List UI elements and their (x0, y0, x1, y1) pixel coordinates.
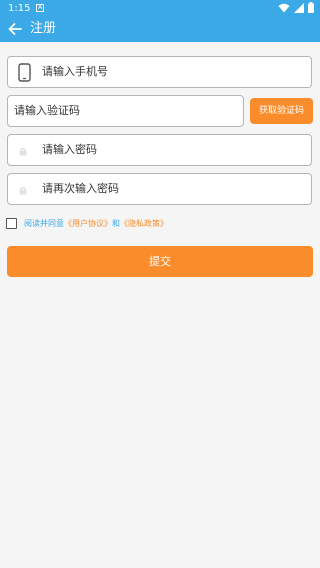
back-arrow-icon[interactable] (6, 20, 24, 38)
lock-icon (19, 187, 27, 195)
page-title: 注册 (30, 21, 57, 36)
agreement-text: 阅读并同意《用户协议》和《隐私政策》 (24, 218, 168, 229)
title-bar: 注册 (0, 18, 320, 42)
password-field[interactable]: 请输入密码 (7, 134, 312, 166)
app-bar: 1:15 A 注册 (0, 0, 320, 42)
user-agreement-link[interactable]: 《用户协议》 (64, 219, 112, 228)
agreement-row: 阅读并同意《用户协议》和《隐私政策》 (6, 216, 168, 230)
agreement-prefix: 阅读并同意 (24, 218, 64, 228)
signal-icon (294, 2, 304, 13)
code-placeholder: 请输入验证码 (14, 104, 80, 117)
agreement-checkbox[interactable] (6, 217, 17, 229)
confirm-password-placeholder: 请再次输入密码 (42, 182, 119, 195)
status-icons (278, 2, 314, 13)
battery-icon (308, 2, 314, 13)
notification-icon: A (36, 4, 44, 12)
phone-field[interactable]: 请输入手机号 (7, 56, 312, 88)
phone-placeholder: 请输入手机号 (42, 65, 108, 78)
lock-icon (19, 148, 27, 156)
password-placeholder: 请输入密码 (42, 143, 97, 156)
submit-button[interactable]: 提交 (7, 246, 313, 277)
status-time: 1:15 (8, 3, 31, 14)
get-code-button[interactable]: 获取验证码 (250, 98, 313, 124)
phone-icon (18, 63, 31, 82)
confirm-password-field[interactable]: 请再次输入密码 (7, 173, 312, 205)
privacy-policy-link[interactable]: 《隐私政策》 (120, 219, 168, 228)
wifi-icon (278, 3, 290, 12)
agreement-connector: 和 (112, 218, 120, 228)
verification-code-field[interactable]: 请输入验证码 (7, 95, 244, 127)
status-bar: 1:15 A (0, 0, 320, 18)
